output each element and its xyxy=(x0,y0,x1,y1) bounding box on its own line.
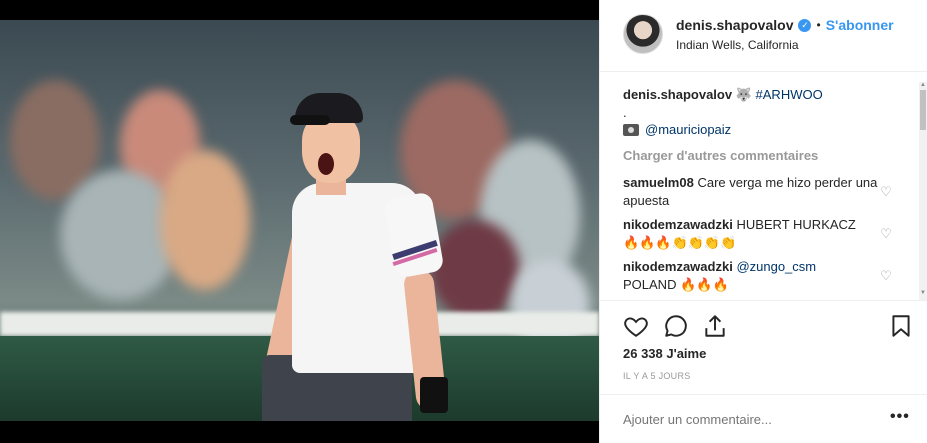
comment-like-heart-icon[interactable]: ♡ xyxy=(879,269,893,283)
scroll-down-arrow-icon[interactable]: ▼ xyxy=(919,290,927,298)
like-heart-icon[interactable] xyxy=(623,313,649,339)
comment-username[interactable]: nikodemzawadzki xyxy=(623,217,733,232)
load-more-comments-button[interactable]: Charger d'autres commentaires xyxy=(623,148,818,163)
post-actions xyxy=(600,300,927,350)
comment-username[interactable]: samuelm08 xyxy=(623,175,694,190)
comment-like-heart-icon[interactable]: ♡ xyxy=(879,227,893,241)
comment-item: nikodemzawadzki HUBERT HURKACZ 🔥🔥🔥👏👏👏👏 xyxy=(623,216,893,252)
likes-count[interactable]: 26 338 J'aime xyxy=(623,346,706,361)
add-comment-input[interactable] xyxy=(623,412,863,427)
camera-icon xyxy=(623,124,639,136)
hashtag-link[interactable]: #ARHWOO xyxy=(756,87,823,102)
comments-list[interactable]: denis.shapovalov 🐺 #ARHWOO . @mauriciopa… xyxy=(623,82,918,300)
post-media[interactable] xyxy=(0,0,599,443)
post-sidebar: denis.shapovalov ✓ • S'abonner Indian We… xyxy=(599,0,927,443)
post-caption: denis.shapovalov 🐺 #ARHWOO xyxy=(623,86,823,104)
post-photo[interactable] xyxy=(0,20,599,421)
user-row: denis.shapovalov ✓ • S'abonner xyxy=(676,17,894,33)
header-username[interactable]: denis.shapovalov xyxy=(676,17,793,33)
comment-emoji-text: POLAND 🔥🔥🔥 xyxy=(623,277,729,292)
mention-link[interactable]: @mauriciopaiz xyxy=(645,121,731,139)
comment-item: nikodemzawadzki @zungo_csm POLAND 🔥🔥🔥 xyxy=(623,258,893,294)
location-link[interactable]: Indian Wells, California xyxy=(676,38,799,52)
comment-mention-link[interactable]: @zungo_csm xyxy=(736,259,816,274)
post-date[interactable]: IL Y A 5 JOURS xyxy=(623,371,691,381)
comment-bubble-icon[interactable] xyxy=(663,313,689,339)
follow-button[interactable]: S'abonner xyxy=(826,17,894,33)
photo-credit: @mauriciopaiz xyxy=(623,121,731,139)
comments-scrollbar[interactable]: ▲ ▼ xyxy=(919,82,927,300)
share-icon[interactable] xyxy=(702,313,728,339)
save-bookmark-icon[interactable] xyxy=(888,313,914,339)
comment-username[interactable]: nikodemzawadzki xyxy=(623,259,733,274)
avatar[interactable] xyxy=(623,14,663,54)
scroll-up-arrow-icon[interactable]: ▲ xyxy=(919,82,927,90)
post-header: denis.shapovalov ✓ • S'abonner Indian We… xyxy=(600,0,927,72)
caption-username[interactable]: denis.shapovalov xyxy=(623,87,732,102)
scroll-thumb[interactable] xyxy=(920,90,926,130)
comment-item: samuelm08 Care verga me hizo perder una … xyxy=(623,174,893,210)
add-comment-bar: ••• xyxy=(600,394,927,443)
comment-emoji-text: 🔥🔥🔥👏👏👏👏 xyxy=(623,235,737,250)
separator-dot: • xyxy=(816,18,821,32)
tennis-player xyxy=(240,65,500,421)
verified-badge-icon: ✓ xyxy=(798,18,812,32)
wolf-emoji: 🐺 xyxy=(735,87,752,102)
caption-dot: . xyxy=(623,105,627,120)
more-options-icon[interactable]: ••• xyxy=(890,408,910,426)
comment-text: HUBERT HURKACZ xyxy=(736,217,856,232)
comment-like-heart-icon[interactable]: ♡ xyxy=(879,185,893,199)
